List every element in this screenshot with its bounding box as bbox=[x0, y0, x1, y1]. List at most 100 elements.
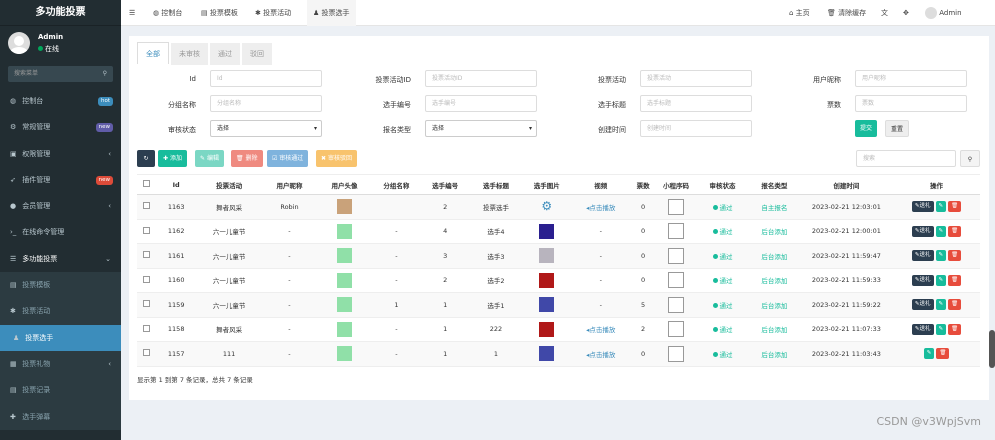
votes-input[interactable]: 票数 bbox=[855, 95, 967, 112]
column-header[interactable]: 用户头像 bbox=[317, 174, 373, 195]
column-header[interactable]: 选手编号 bbox=[420, 174, 470, 195]
edit-row-button[interactable]: ✎ bbox=[935, 274, 947, 286]
search-icon[interactable]: ⚲ bbox=[103, 66, 107, 82]
sidebar-item-2[interactable]: ▣ 权限管理 ‹ bbox=[0, 141, 121, 167]
column-header[interactable]: 投票活动 bbox=[196, 174, 262, 195]
column-header[interactable]: 创建时间 bbox=[799, 174, 894, 195]
qrcode-image[interactable] bbox=[667, 247, 684, 264]
cell-video[interactable]: ◂点击播放 bbox=[571, 194, 631, 220]
player-image[interactable] bbox=[539, 321, 555, 337]
player-image[interactable] bbox=[539, 223, 555, 239]
edit-row-button[interactable]: ✎ bbox=[923, 348, 935, 360]
reject-button[interactable]: ✖ 审核驳回 bbox=[316, 150, 357, 167]
number-input[interactable]: 选手编号 bbox=[425, 95, 537, 112]
delete-row-button[interactable]: 🗑 bbox=[948, 274, 962, 286]
gift-button[interactable]: ✎送礼 bbox=[911, 201, 934, 213]
gift-button[interactable]: ✎送礼 bbox=[911, 225, 934, 237]
column-header[interactable]: 票数 bbox=[630, 174, 656, 195]
row-checkbox[interactable] bbox=[137, 317, 157, 342]
title-input[interactable]: 选手标题 bbox=[640, 95, 752, 112]
video-link[interactable]: 点击播放 bbox=[589, 351, 615, 359]
gift-button[interactable]: ✎送礼 bbox=[911, 274, 934, 286]
fullscreen-icon[interactable]: ✥ bbox=[903, 0, 909, 26]
row-checkbox[interactable] bbox=[137, 341, 157, 367]
top-tab-2[interactable]: ✱ 投票活动 bbox=[249, 0, 297, 26]
column-header[interactable]: 小程序码 bbox=[655, 174, 697, 195]
player-image[interactable] bbox=[539, 297, 555, 313]
activity-id-input[interactable]: 投票活动ID bbox=[425, 70, 537, 87]
player-image[interactable] bbox=[539, 272, 555, 288]
reset-button[interactable]: 重置 bbox=[885, 120, 910, 137]
sidebar-item-0[interactable]: ◍ 控制台 hot bbox=[0, 88, 121, 114]
top-tab-3[interactable]: ♟ 投票选手 bbox=[307, 0, 356, 26]
qrcode-image[interactable] bbox=[667, 223, 684, 240]
sidebar-item-5[interactable]: ›_ 在线命令管理 bbox=[0, 219, 121, 245]
approve-button[interactable]: ☑ 审核通过 bbox=[267, 150, 309, 167]
column-header[interactable]: 用户昵称 bbox=[261, 174, 318, 195]
avatar[interactable] bbox=[337, 272, 353, 288]
qrcode-image[interactable] bbox=[667, 272, 684, 289]
nickname-input[interactable]: 用户昵称 bbox=[855, 70, 967, 87]
delete-row-button[interactable]: 🗑 bbox=[948, 299, 962, 311]
avatar[interactable] bbox=[337, 199, 353, 215]
group-input[interactable]: 分组名称 bbox=[210, 95, 322, 112]
sidebar-item-3[interactable]: ➶ 插件管理 new bbox=[0, 167, 121, 193]
row-checkbox[interactable] bbox=[137, 292, 157, 318]
cell-video[interactable]: ◂点击播放 bbox=[571, 341, 631, 367]
gift-button[interactable]: ✎送礼 bbox=[911, 299, 934, 311]
edit-row-button[interactable]: ✎ bbox=[935, 323, 947, 335]
qrcode-image[interactable] bbox=[667, 321, 684, 338]
player-image[interactable] bbox=[539, 248, 555, 264]
edit-row-button[interactable]: ✎ bbox=[935, 225, 947, 237]
audit-select[interactable]: 选择 bbox=[210, 120, 322, 137]
gift-button[interactable]: ✎送礼 bbox=[911, 323, 934, 335]
activity-input[interactable]: 投票活动 bbox=[640, 70, 752, 87]
sidebar-item-9[interactable]: ♟ 投票选手 bbox=[0, 324, 121, 351]
select-all-checkbox[interactable] bbox=[137, 174, 157, 195]
top-tab-1[interactable]: ▤ 投票模板 bbox=[195, 0, 244, 26]
edit-row-button[interactable]: ✎ bbox=[935, 299, 947, 311]
sidebar-item-4[interactable]: ● 会员管理 ‹ bbox=[0, 193, 121, 219]
player-image[interactable] bbox=[539, 346, 555, 362]
column-header[interactable]: Id bbox=[156, 174, 197, 195]
delete-button[interactable]: 🗑 删除 bbox=[231, 150, 263, 167]
column-header[interactable]: 视频 bbox=[571, 174, 631, 195]
gift-button[interactable]: ✎送礼 bbox=[911, 250, 934, 262]
refresh-button[interactable]: ↻ bbox=[137, 150, 155, 167]
avatar[interactable] bbox=[337, 321, 353, 337]
avatar[interactable] bbox=[337, 297, 353, 313]
home-link[interactable]: ⌂ 主页 bbox=[789, 0, 810, 26]
sidebar-search-input[interactable]: 搜索菜单 ⚲ bbox=[8, 66, 113, 82]
id-input[interactable]: Id bbox=[210, 70, 322, 87]
qrcode-image[interactable] bbox=[667, 198, 684, 215]
row-checkbox[interactable] bbox=[137, 243, 157, 269]
gear-icon[interactable]: ⚙ bbox=[539, 199, 554, 214]
status-tab-1[interactable]: 未审核 bbox=[171, 43, 208, 65]
add-button[interactable]: ✚ 添加 bbox=[158, 150, 187, 167]
delete-row-button[interactable]: 🗑 bbox=[948, 201, 962, 213]
sidebar-item-10[interactable]: ▦ 投票礼物 ‹ bbox=[0, 350, 121, 378]
search-icon[interactable]: ⚲ bbox=[960, 150, 980, 167]
menu-toggle-icon[interactable]: ☰ bbox=[129, 0, 135, 26]
status-tab-2[interactable]: 通过 bbox=[210, 43, 240, 65]
scrollbar[interactable] bbox=[989, 330, 995, 368]
submit-button[interactable]: 提交 bbox=[855, 120, 878, 137]
qrcode-image[interactable] bbox=[667, 296, 684, 313]
row-checkbox[interactable] bbox=[137, 219, 157, 244]
qrcode-image[interactable] bbox=[667, 345, 684, 362]
status-tab-3[interactable]: 驳回 bbox=[242, 43, 272, 65]
avatar[interactable] bbox=[337, 223, 353, 239]
top-tab-0[interactable]: ◍ 控制台 bbox=[147, 0, 188, 26]
edit-row-button[interactable]: ✎ bbox=[935, 201, 947, 213]
edit-row-button[interactable]: ✎ bbox=[935, 250, 947, 262]
video-link[interactable]: 点击播放 bbox=[589, 204, 615, 212]
sidebar-item-11[interactable]: ▤ 投票记录 bbox=[0, 377, 121, 404]
translate-icon[interactable]: 文 bbox=[881, 0, 888, 26]
avatar[interactable] bbox=[337, 346, 353, 362]
column-header[interactable]: 审核状态 bbox=[696, 174, 749, 195]
sidebar-item-6[interactable]: ☰ 多功能投票 ⌄ bbox=[0, 246, 121, 272]
sidebar-item-12[interactable]: ✚ 选手弹幕 bbox=[0, 403, 121, 430]
status-tab-0[interactable]: 全部 bbox=[137, 42, 169, 64]
table-search-input[interactable]: 搜索 bbox=[856, 150, 956, 167]
column-header[interactable]: 选手图片 bbox=[522, 174, 572, 195]
